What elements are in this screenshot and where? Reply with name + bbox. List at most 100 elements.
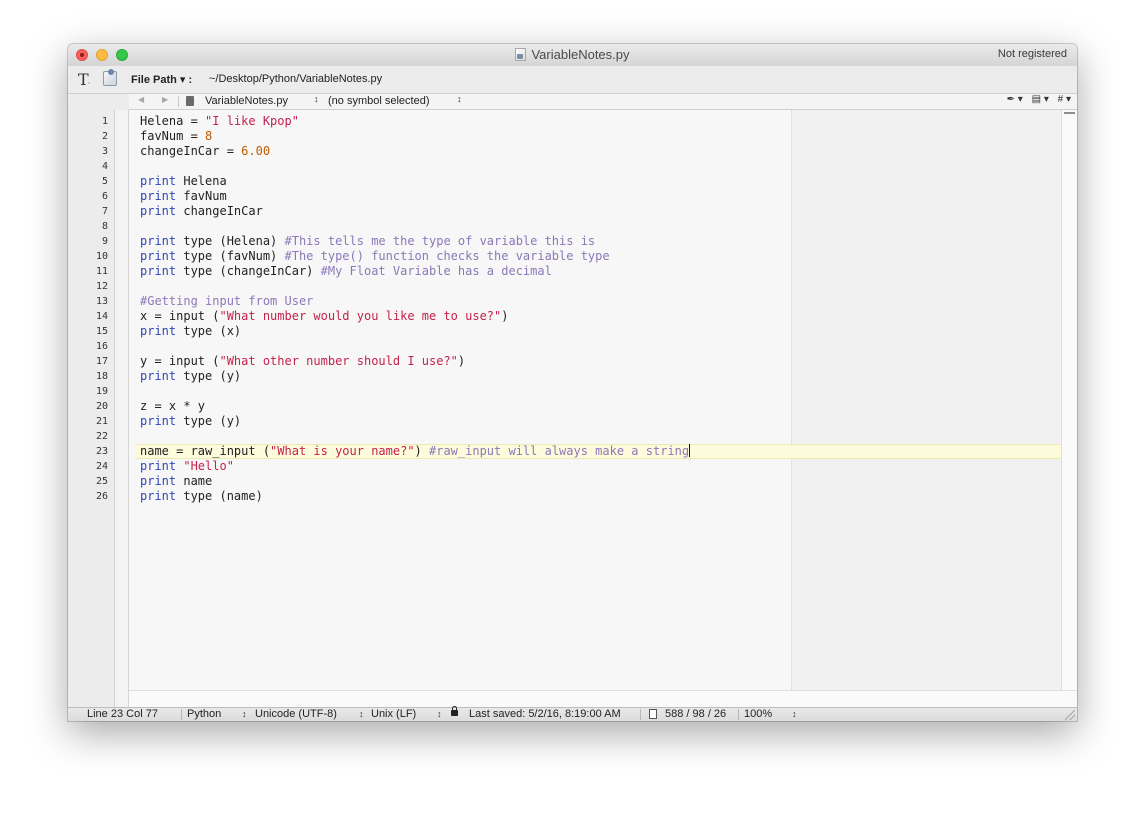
zoom-popup-arrow-icon[interactable]: ↕ (792, 708, 797, 721)
line-number: 12 (95, 281, 108, 292)
code-line[interactable]: z = x * y (140, 399, 690, 414)
code-line[interactable]: print type (name) (140, 489, 690, 504)
window-title: VariableNotes.py (68, 47, 1077, 62)
line-number: 25 (95, 476, 108, 487)
code-token-kw: print (140, 459, 177, 473)
code-line[interactable]: print type (x) (140, 324, 690, 339)
code-line[interactable]: print type (changeInCar) #My Float Varia… (140, 264, 690, 279)
code-line[interactable]: y = input ("What other number should I u… (140, 354, 690, 369)
code-line[interactable] (140, 279, 690, 294)
code-token: type (name) (176, 489, 263, 503)
code-line[interactable]: changeInCar = 6.00 (140, 144, 690, 159)
script-icon[interactable] (103, 69, 117, 86)
line-number: 1 (101, 116, 108, 127)
line-number: 5 (101, 176, 108, 187)
code-editor[interactable]: 1 2 3 4 5 6 7 8 9 10 11 12 13 14 15 16 17 18 19 20 21 22 23 24 2… (68, 110, 1077, 709)
document-tool-menu-icon[interactable]: ▤ ▾ (1032, 94, 1049, 105)
code-token: type (x) (176, 324, 242, 338)
registration-status: Not registered (997, 48, 1067, 60)
fold-column[interactable] (115, 110, 129, 709)
code-token-str: "What is your name?" (270, 444, 415, 458)
resize-grip-icon[interactable] (1065, 710, 1075, 720)
code-token-str: "What other number should I use?" (219, 354, 458, 368)
code-token: type (favNum) (176, 249, 285, 263)
line-number: 9 (101, 236, 108, 247)
line-number-gutter: 1 2 3 4 5 6 7 8 9 10 11 12 13 14 15 16 17 18 19 20 21 22 23 24 2… (68, 110, 115, 709)
code-line[interactable]: name = raw_input ("What is your name?") … (140, 444, 691, 459)
language-popup-arrow-icon[interactable]: ↕ (242, 708, 247, 721)
file-path-value: ~/Desktop/Python/VariableNotes.py (209, 73, 383, 85)
line-tool-menu-icon[interactable]: # ▾ (1058, 94, 1071, 105)
file-popup-arrow-icon[interactable]: ↕ (314, 94, 319, 104)
line-number: 24 (95, 461, 108, 472)
code-line[interactable]: print "Hello" (140, 459, 690, 474)
code-token: Helena (176, 174, 227, 188)
code-token-kw: print (140, 264, 177, 278)
code-token-kw: print (140, 474, 177, 488)
code-line[interactable]: favNum = 8 (140, 129, 690, 144)
vertical-scrollbar[interactable] (1061, 110, 1077, 691)
code-token: type (y) (176, 414, 242, 428)
code-line[interactable] (140, 339, 690, 354)
code-line[interactable]: #Getting input from User (140, 294, 690, 309)
status-divider (738, 709, 739, 720)
line-number: 14 (95, 311, 108, 322)
code-line[interactable]: x = input ("What number would you like m… (140, 309, 690, 324)
line-numbers: 1 2 3 4 5 6 7 8 9 10 11 12 13 14 15 16 17 18 19 20 21 22 23 24 2… (68, 114, 108, 504)
code-line[interactable]: print type (favNum) #The type() function… (140, 249, 690, 264)
code-text[interactable]: Helena = "I like Kpop" favNum = 8 changeIn… (140, 114, 691, 504)
code-token-kw: print (140, 189, 177, 203)
code-token-cmt: #This tells me the type of variable this… (284, 234, 596, 248)
code-token: changeInCar (176, 204, 263, 218)
forward-arrow-icon[interactable]: ▶ (162, 95, 168, 104)
code-token: changeInCar = (140, 144, 242, 158)
code-line[interactable]: print type (y) (140, 414, 690, 429)
document-stats-icon (649, 709, 657, 719)
code-line[interactable] (140, 159, 690, 174)
line-endings-popup[interactable]: Unix (LF) (371, 708, 416, 721)
code-line[interactable] (140, 429, 690, 444)
line-number: 2 (101, 131, 108, 142)
line-number: 10 (95, 251, 108, 262)
code-token-num: 6.00 (241, 144, 271, 158)
code-token-kw: print (140, 489, 177, 503)
code-token-str: "What number would you like me to use?" (219, 309, 502, 323)
zoom-popup[interactable]: 100% (744, 708, 772, 721)
back-arrow-icon[interactable]: ◀ (138, 95, 144, 104)
code-token: Helena = (140, 114, 206, 128)
symbol-popup-arrow-icon[interactable]: ↕ (457, 94, 462, 104)
code-line[interactable] (140, 384, 690, 399)
nav-tools: ✒ ▾ ▤ ▾ # ▾ (1001, 94, 1071, 105)
encoding-popup[interactable]: Unicode (UTF-8) (255, 708, 337, 721)
line-endings-popup-arrow-icon[interactable]: ↕ (437, 708, 442, 721)
code-line[interactable]: print favNum (140, 189, 690, 204)
code-line[interactable]: print changeInCar (140, 204, 690, 219)
code-token: favNum (176, 189, 227, 203)
code-line[interactable]: print Helena (140, 174, 690, 189)
code-line[interactable]: Helena = "I like Kpop" (140, 114, 690, 129)
code-token-kw: print (140, 369, 177, 383)
code-token-kw: print (140, 204, 177, 218)
code-line[interactable]: print name (140, 474, 690, 489)
text-tool-icon[interactable]: T ˙ (78, 70, 91, 91)
line-number: 17 (95, 356, 108, 367)
file-path-menu[interactable]: File Path ▾ : (131, 73, 192, 86)
markup-tool-menu-icon[interactable]: ✒ ▾ (1007, 94, 1023, 105)
code-token: z = x * y (140, 399, 206, 413)
code-line[interactable]: print type (Helena) #This tells me the t… (140, 234, 690, 249)
language-popup[interactable]: Python (187, 708, 221, 721)
cursor-position[interactable]: Line 23 Col 77 (87, 708, 158, 721)
lock-icon[interactable] (451, 706, 458, 716)
code-token-kw: print (140, 234, 177, 248)
symbol-popup[interactable]: (no symbol selected) (328, 95, 430, 107)
navigation-bar: ◀ ▶ VariableNotes.py ↕ (no symbol select… (129, 94, 1077, 110)
code-line[interactable]: print type (y) (140, 369, 690, 384)
code-token-cmt: #Getting input from User (140, 294, 314, 308)
python-file-icon (515, 48, 527, 61)
line-number: 23 (95, 446, 108, 457)
encoding-popup-arrow-icon[interactable]: ↕ (359, 708, 364, 721)
file-popup[interactable]: VariableNotes.py (205, 95, 288, 107)
title-bar[interactable]: VariableNotes.py Not registered (68, 44, 1077, 67)
line-number: 26 (95, 491, 108, 502)
code-line[interactable] (140, 219, 690, 234)
